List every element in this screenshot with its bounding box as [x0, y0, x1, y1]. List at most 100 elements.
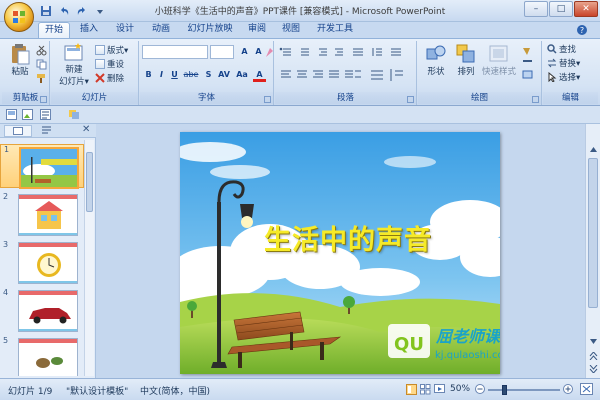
reset-button[interactable]: 重设 [95, 58, 124, 70]
char-spacing-button[interactable]: AV [216, 69, 232, 82]
slide-thumbnail[interactable]: 1 [0, 144, 84, 189]
layout-label: 版式▾ [107, 46, 129, 56]
tab-developer[interactable]: 开发工具 [312, 22, 358, 38]
shape-format-icons[interactable] [521, 45, 535, 83]
slide-thumbnail[interactable]: 4 [0, 288, 84, 332]
tab-slide-show[interactable]: 幻灯片放映 [182, 22, 238, 38]
group-clipboard: 粘贴 剪贴板 [2, 41, 50, 105]
outline-view-icon[interactable] [40, 109, 51, 120]
paragraph-expand-icon[interactable] [407, 96, 414, 103]
tab-slides[interactable] [4, 125, 32, 137]
panel-tabs: ✕ [0, 124, 96, 138]
bold-button[interactable]: B [142, 69, 155, 82]
tab-review[interactable]: 审阅 [242, 22, 272, 38]
change-case-button[interactable]: Aa [234, 69, 250, 82]
slide-title[interactable]: 生活中的声音 [264, 218, 432, 257]
normal-view-button-icon[interactable] [406, 384, 417, 395]
cut-icon[interactable] [36, 45, 47, 56]
slide-thumbnail[interactable]: 2 [0, 192, 84, 236]
redo-icon[interactable] [74, 3, 90, 19]
panel-close-button[interactable]: ✕ [82, 124, 90, 135]
thumbnail-image [19, 147, 79, 189]
copy-icon[interactable] [36, 59, 47, 70]
undo-icon[interactable] [56, 3, 72, 19]
previous-slide-icon[interactable] [589, 352, 598, 360]
scroll-thumb[interactable] [588, 158, 598, 308]
delete-button[interactable]: 删除 [95, 72, 124, 84]
maximize-button[interactable]: □ [549, 1, 573, 17]
grow-font-button[interactable]: A [238, 46, 251, 59]
close-button[interactable]: ✕ [574, 1, 598, 17]
tab-home[interactable]: 开始 [38, 22, 70, 39]
window-title: 小班科学《生活中的声音》PPT课件 [兼容模式] - Microsoft Pow… [154, 7, 446, 17]
zoom-slider-thumb[interactable] [501, 385, 507, 395]
window-controls: – □ ✕ [524, 1, 598, 17]
shrink-font-button[interactable]: A [252, 46, 265, 59]
zoom-level[interactable]: 50% [450, 384, 470, 394]
scroll-thumb[interactable] [86, 152, 93, 212]
layers-icon[interactable] [68, 109, 80, 120]
drawing-expand-icon[interactable] [532, 96, 539, 103]
tab-design[interactable]: 设计 [110, 22, 140, 38]
font-expand-icon[interactable] [264, 96, 271, 103]
shapes-button[interactable]: 形状 [422, 43, 450, 77]
group-font: A A B I U abe S AV Aa A 字体 [140, 41, 274, 105]
view-toolbar [0, 106, 600, 124]
font-color-button[interactable]: A [253, 69, 266, 82]
quick-styles-button[interactable]: 快速样式 [480, 43, 518, 77]
picture-view-icon[interactable] [22, 109, 33, 120]
replace-button[interactable]: 替换▾ [547, 57, 580, 69]
editor-scrollbar[interactable] [585, 124, 600, 378]
clear-format-icon[interactable] [265, 47, 274, 58]
format-painter-icon[interactable] [36, 73, 47, 84]
fit-to-window-icon[interactable] [580, 383, 593, 395]
slide-number: 5 [3, 336, 9, 345]
layout-icon [95, 45, 105, 55]
paste-button[interactable]: 粘贴 [8, 43, 32, 77]
next-slide-icon[interactable] [589, 365, 598, 373]
scroll-down-icon[interactable] [589, 338, 598, 345]
slide-thumbnail[interactable]: 5 [0, 336, 84, 376]
slide-canvas[interactable]: QU 生活中的声音 屈老师课件 kj.qulaoshi.com [180, 132, 500, 374]
layout-button[interactable]: 版式▾ [95, 44, 128, 56]
slide-thumbnail[interactable]: 3 [0, 240, 84, 284]
italic-button[interactable]: I [155, 69, 168, 82]
new-slide-button[interactable]: 新建 幻灯片▾ [57, 43, 91, 87]
tab-outline[interactable] [34, 125, 62, 137]
scroll-up-icon[interactable] [589, 146, 598, 153]
quick-styles-icon [489, 45, 508, 62]
font-name-field[interactable] [142, 45, 208, 59]
slide-sorter-icon[interactable] [420, 384, 431, 395]
thumbnail-scrollbar[interactable] [84, 140, 94, 376]
find-button[interactable]: 查找 [547, 43, 576, 55]
select-icon [548, 72, 557, 82]
minimize-button[interactable]: – [524, 1, 548, 17]
office-button[interactable] [4, 2, 34, 32]
select-button[interactable]: 选择▾ [547, 71, 580, 83]
slide-counter: 幻灯片 1/9 [8, 387, 53, 397]
customize-toolbar-icon[interactable] [92, 3, 108, 19]
help-icon[interactable]: ? [572, 22, 592, 38]
tab-view[interactable]: 视图 [276, 22, 306, 38]
shapes-label: 形状 [427, 67, 445, 77]
paragraph-icons[interactable] [279, 47, 411, 87]
find-label: 查找 [559, 45, 577, 55]
zoom-in-icon[interactable] [563, 384, 573, 394]
slide-number: 2 [3, 192, 9, 201]
zoom-out-icon[interactable] [475, 384, 485, 394]
save-icon[interactable] [38, 3, 54, 19]
tab-insert[interactable]: 插入 [74, 22, 104, 38]
shadow-button[interactable]: S [202, 69, 215, 82]
strikethrough-button[interactable]: abe [182, 69, 200, 82]
clipboard-expand-icon[interactable] [40, 96, 47, 103]
paragraph-group-label: 段落 [275, 92, 416, 104]
tab-animations[interactable]: 动画 [146, 22, 176, 38]
slideshow-icon[interactable] [434, 384, 445, 395]
font-size-field[interactable] [210, 45, 234, 59]
arrange-button[interactable]: 排列 [452, 43, 480, 77]
watermark: 屈老师课件 kj.qulaoshi.com [388, 322, 500, 374]
underline-button[interactable]: U [168, 69, 181, 82]
language-indicator[interactable]: 中文(简体，中国) [140, 384, 210, 397]
zoom-slider[interactable] [488, 385, 560, 395]
normal-view-icon[interactable] [6, 109, 17, 120]
